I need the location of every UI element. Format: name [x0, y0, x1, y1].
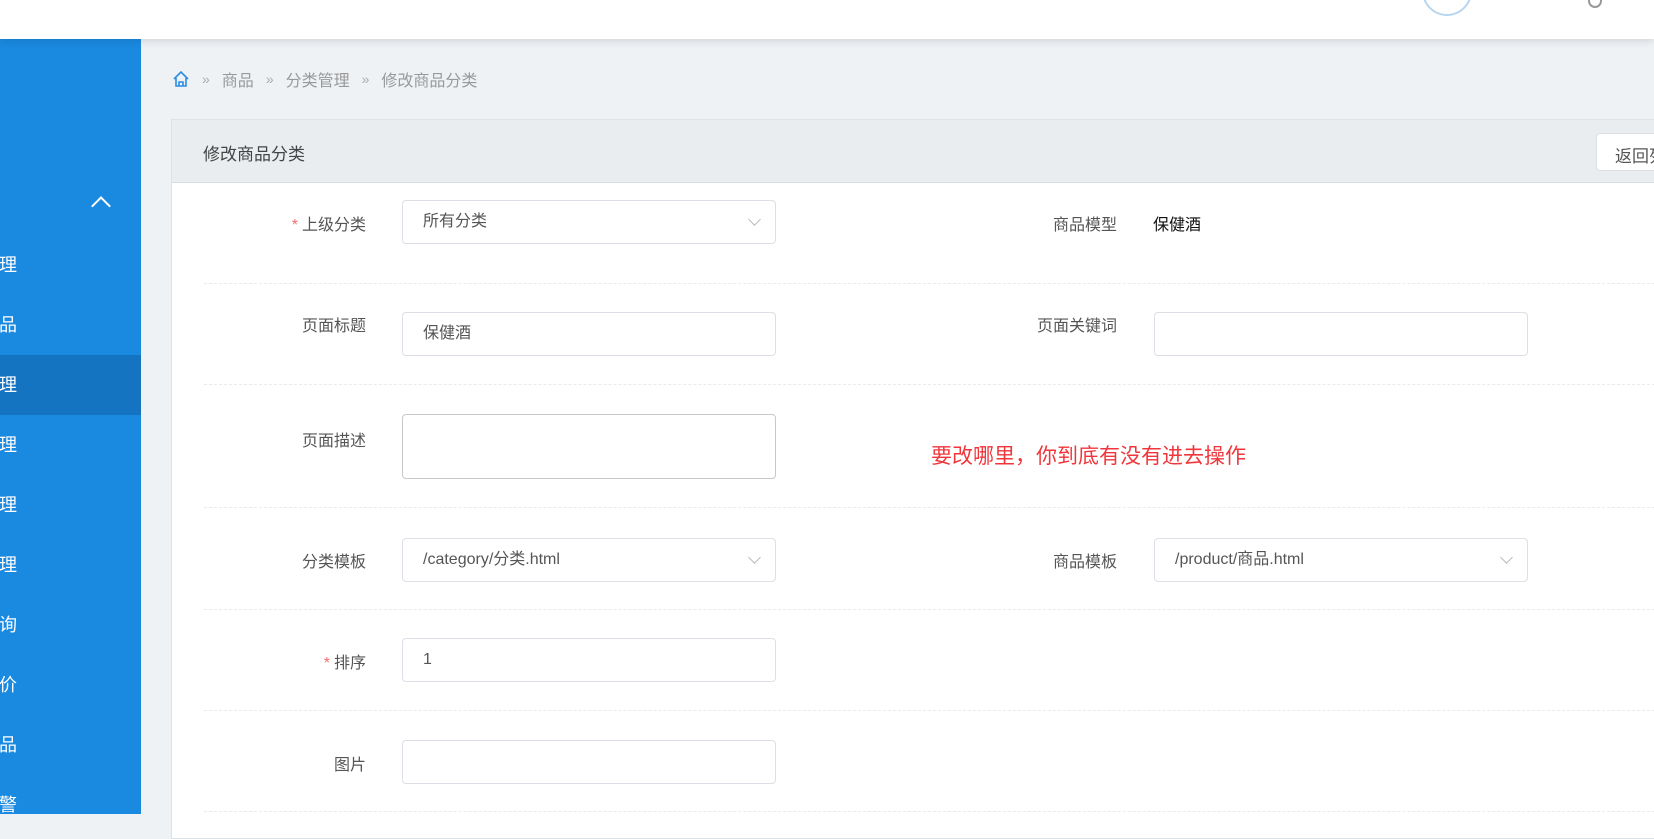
input-value: 1 [423, 651, 432, 668]
sidebar-item-label: 理 [0, 495, 17, 515]
sidebar-item-label: 理 [0, 555, 17, 575]
breadcrumb-item[interactable]: 商品 [222, 67, 254, 91]
breadcrumb-separator: » [265, 71, 274, 87]
sidebar-item[interactable]: 理 [0, 535, 141, 595]
category-template-label: 分类模板 [301, 554, 366, 571]
page-description-label: 页面描述 [301, 433, 366, 450]
annotation-text: 要改哪里，你到底有没有进去操作 [931, 444, 1246, 468]
label-text: 上级分类 [301, 217, 366, 234]
required-mark: * [291, 217, 298, 234]
edit-category-panel: 修改商品分类 返回列表 *上级分类 所有分类 商品模型 保健酒 页面标题 保健酒… [171, 119, 1654, 839]
breadcrumb-separator: » [361, 71, 370, 87]
sort-input[interactable]: 1 [402, 638, 776, 682]
sidebar-item[interactable]: 理 [0, 415, 141, 475]
sidebar-item[interactable]: 品 [0, 295, 141, 355]
row-divider [204, 710, 1654, 711]
sidebar: 理 品 理 理 理 理 询 价 品 警 [0, 39, 141, 815]
chevron-up-icon[interactable] [91, 196, 111, 216]
select-value: /category/分类.html [423, 551, 560, 568]
breadcrumb-separator: » [202, 71, 210, 87]
sidebar-item[interactable]: 警 [0, 775, 141, 835]
sidebar-item-label: 警 [0, 795, 17, 815]
sidebar-item[interactable]: 品 [0, 715, 141, 775]
chevron-down-icon [1500, 551, 1513, 564]
sidebar-item[interactable]: 理 [0, 235, 141, 295]
product-template-select[interactable]: /product/商品.html [1154, 538, 1528, 582]
row-divider [204, 609, 1654, 610]
image-input[interactable] [402, 740, 776, 784]
chevron-down-icon [748, 551, 761, 564]
category-template-select[interactable]: /category/分类.html [402, 538, 776, 582]
page-title-label: 页面标题 [301, 318, 366, 335]
sidebar-item[interactable]: 询 [0, 595, 141, 655]
label-text: 排序 [333, 655, 366, 672]
row-divider [204, 507, 1654, 508]
parent-category-select[interactable]: 所有分类 [402, 200, 776, 244]
sort-label: * 排序 [166, 649, 366, 673]
row-divider [204, 384, 1654, 385]
panel-header: 修改商品分类 返回列表 [172, 120, 1654, 183]
chevron-down-icon [748, 213, 761, 226]
sidebar-item-label: 理 [0, 375, 17, 395]
parent-category-label: * 上级分类 [166, 211, 366, 235]
page-keywords-label: 页面关键词 [1036, 318, 1117, 335]
product-template-label: 商品模板 [1052, 554, 1117, 571]
row-divider [204, 283, 1654, 284]
sidebar-item-label: 品 [0, 735, 17, 755]
back-to-list-button[interactable]: 返回列表 [1596, 133, 1654, 171]
product-model-label: 商品模型 [1052, 217, 1117, 234]
sidebar-item[interactable]: 价 [0, 655, 141, 715]
breadcrumb: » 商品 » 分类管理 » 修改商品分类 [172, 68, 477, 90]
input-value: 保健酒 [423, 325, 472, 342]
sidebar-item-label: 价 [0, 675, 17, 695]
required-mark: * [323, 655, 330, 672]
user-avatar[interactable] [1422, 0, 1472, 16]
breadcrumb-item[interactable]: 分类管理 [286, 67, 350, 91]
row-divider [204, 811, 1654, 812]
breadcrumb-current: 修改商品分类 [381, 73, 478, 90]
sidebar-item-label: 品 [0, 315, 17, 335]
home-icon[interactable] [172, 70, 190, 88]
sidebar-item-label: 理 [0, 435, 17, 455]
image-label: 图片 [333, 757, 366, 774]
page-description-textarea[interactable] [402, 414, 776, 479]
sidebar-item-active[interactable]: 理 [0, 355, 141, 415]
panel-title: 修改商品分类 [203, 145, 305, 164]
sidebar-item[interactable]: 理 [0, 475, 141, 535]
page-title-input[interactable]: 保健酒 [402, 312, 776, 356]
sidebar-item-label: 询 [0, 615, 17, 635]
select-value: /product/商品.html [1175, 551, 1304, 568]
select-value: 所有分类 [423, 213, 488, 230]
page-keywords-input[interactable] [1154, 312, 1528, 356]
sidebar-item-label: 理 [0, 255, 17, 275]
top-bar [0, 0, 1654, 39]
product-model-value: 保健酒 [1153, 217, 1202, 234]
header-icon[interactable] [1588, 0, 1602, 8]
